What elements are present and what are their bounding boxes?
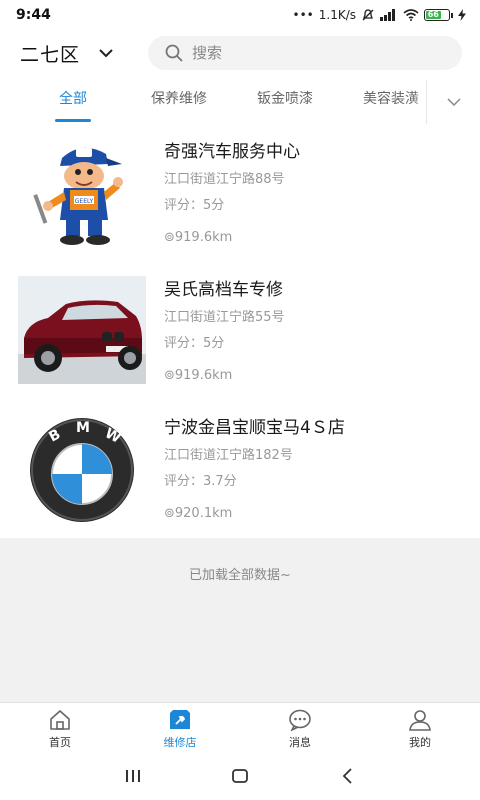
- shop-distance: ⊚919.6km: [164, 230, 233, 245]
- tab-beauty[interactable]: 美容装潢: [352, 80, 430, 124]
- nav-repair-shop[interactable]: 维修店: [120, 703, 240, 752]
- header: 二七区: [0, 30, 480, 76]
- recent-apps-icon: [126, 770, 141, 782]
- score-value: 5分: [203, 198, 225, 213]
- list-footer: 已加载全部数据~: [0, 538, 480, 702]
- shop-name: 宁波金昌宝顺宝马4Ｓ店: [164, 418, 345, 438]
- svg-text:GEELY: GEELY: [75, 198, 94, 205]
- mechanic-mascot-image: GEELY: [18, 138, 146, 246]
- profile-icon: [409, 710, 431, 731]
- shop-list: GEELY 奇强汽车服务中心 江口街道江宁路88号 评分：5分 ⊚919.6km: [0, 128, 480, 542]
- shop-info: 奇强汽车服务中心 江口街道江宁路88号 评分：5分 ⊚919.6km: [164, 138, 470, 247]
- shop-item[interactable]: B M W 宁波金昌宝顺宝马4Ｓ店 江口街道江宁路182号 评分：3.7分 ⊚9…: [0, 404, 480, 542]
- shop-score: 评分：5分: [164, 197, 470, 215]
- shop-address: 江口街道江宁路182号: [164, 448, 293, 463]
- shop-name: 奇强汽车服务中心: [164, 142, 300, 162]
- svg-text:M: M: [76, 420, 90, 436]
- system-nav-bar: [0, 752, 480, 800]
- shop-address: 江口街道江宁路88号: [164, 172, 285, 187]
- dots-icon: •••: [292, 8, 314, 22]
- nav-label: 维修店: [163, 736, 197, 749]
- battery-level: 66: [426, 10, 441, 19]
- nav-label: 消息: [289, 736, 311, 749]
- tab-maintenance[interactable]: 保养维修: [140, 80, 218, 124]
- recent-apps-button[interactable]: [113, 756, 153, 796]
- home-button[interactable]: [220, 756, 260, 796]
- status-time: 9:44: [16, 7, 51, 23]
- shop-distance: ⊚920.1km: [164, 506, 233, 521]
- shop-score: 评分：3.7分: [164, 473, 470, 491]
- load-status-text: 已加载全部数据~: [189, 568, 291, 583]
- chevron-down-icon: [446, 98, 461, 107]
- shop-item[interactable]: 吴氏高档车专修 江口街道江宁路55号 评分：5分 ⊚919.6km: [0, 266, 480, 404]
- back-arrow-icon: [342, 768, 352, 784]
- score-label: 评分：: [164, 336, 204, 351]
- score-value: 5分: [203, 336, 225, 351]
- score-label: 评分：: [164, 198, 204, 213]
- status-bar: 9:44 ••• 1.1K/s 66: [0, 0, 480, 30]
- bmw-logo-image: B M W: [18, 414, 146, 522]
- tab-bodywork[interactable]: 钣金喷漆: [246, 80, 324, 124]
- nav-profile[interactable]: 我的: [360, 703, 480, 752]
- shop-name: 吴氏高档车专修: [164, 280, 283, 300]
- shop-info: 宁波金昌宝顺宝马4Ｓ店 江口街道江宁路182号 评分：3.7分 ⊚920.1km: [164, 414, 470, 523]
- district-label: 二七区: [20, 43, 81, 66]
- score-label: 评分：: [164, 474, 204, 489]
- battery-icon: 66: [424, 9, 453, 21]
- tab-more-button[interactable]: [426, 80, 480, 124]
- nav-label: 我的: [409, 736, 431, 749]
- net-speed: 1.1K/s: [318, 8, 356, 22]
- repair-shop-icon: [170, 710, 190, 729]
- district-selector[interactable]: 二七区: [20, 40, 138, 67]
- status-icons: ••• 1.1K/s 66: [293, 8, 466, 22]
- shop-item[interactable]: GEELY 奇强汽车服务中心 江口街道江宁路88号 评分：5分 ⊚919.6km: [0, 128, 480, 266]
- shop-info: 吴氏高档车专修 江口街道江宁路55号 评分：5分 ⊚919.6km: [164, 276, 470, 385]
- signal-icon: [380, 9, 395, 21]
- message-icon: [289, 709, 311, 731]
- search-input[interactable]: [192, 44, 442, 62]
- nav-home[interactable]: 首页: [0, 703, 120, 752]
- red-suv-image: [18, 276, 146, 384]
- tab-all[interactable]: 全部: [46, 80, 100, 124]
- bottom-nav: 首页 维修店 消息 我的: [0, 702, 480, 752]
- search-box[interactable]: [148, 36, 462, 70]
- score-value: 3.7分: [203, 474, 237, 489]
- shop-score: 评分：5分: [164, 335, 470, 353]
- search-icon: [165, 44, 183, 62]
- charging-icon: [458, 9, 466, 21]
- category-tabs: 全部 保养维修 钣金喷漆 美容装潢: [0, 80, 480, 124]
- shop-distance: ⊚919.6km: [164, 368, 233, 383]
- mute-icon: [362, 9, 374, 21]
- nav-messages[interactable]: 消息: [240, 703, 360, 752]
- nav-label: 首页: [49, 736, 71, 749]
- square-home-icon: [232, 769, 248, 783]
- shop-address: 江口街道江宁路55号: [164, 310, 285, 325]
- chevron-down-icon: [99, 49, 113, 58]
- home-icon: [50, 710, 70, 730]
- back-button[interactable]: [327, 756, 367, 796]
- wifi-icon: [403, 9, 419, 21]
